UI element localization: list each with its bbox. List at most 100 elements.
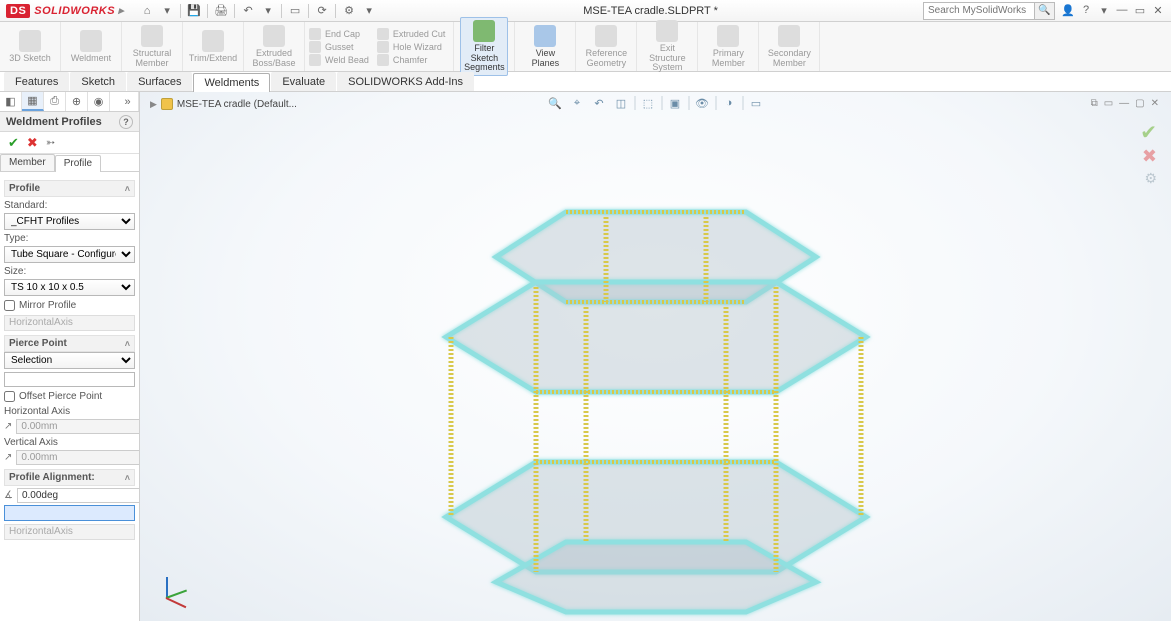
dropdown-icon[interactable]: ▾ bbox=[360, 2, 378, 20]
ok-button[interactable]: ✔ bbox=[8, 135, 19, 151]
offset-pierce-label: Offset Pierce Point bbox=[19, 391, 102, 402]
app-brand: SOLIDWORKS bbox=[34, 5, 115, 17]
standard-label: Standard: bbox=[4, 200, 135, 211]
alignment-selection-input[interactable] bbox=[4, 505, 135, 521]
redo-icon[interactable]: ▾ bbox=[259, 2, 277, 20]
zoom-fit-icon[interactable]: 🔍 bbox=[546, 94, 564, 112]
model-render bbox=[396, 142, 916, 621]
pierce-selection-input[interactable] bbox=[4, 372, 135, 387]
vp-maximize-icon[interactable]: ▢ bbox=[1135, 98, 1144, 109]
user-icon[interactable]: 👤 bbox=[1061, 4, 1075, 17]
section-view-icon[interactable]: ◫ bbox=[612, 94, 630, 112]
horizontal-axis-label: Horizontal Axis bbox=[4, 406, 135, 417]
tab-surfaces[interactable]: Surfaces bbox=[127, 72, 192, 91]
vp-dock-icon[interactable]: ⧉ bbox=[1091, 98, 1098, 109]
vp-close-icon[interactable]: ✕ bbox=[1151, 98, 1159, 109]
pushpin-icon[interactable]: ➳ bbox=[46, 136, 55, 149]
section-profile-alignment[interactable]: Profile Alignment:˄ bbox=[4, 469, 135, 486]
confirm-cancel-icon[interactable]: ✖ bbox=[1142, 146, 1157, 167]
rebuild-icon[interactable]: ⟳ bbox=[313, 2, 331, 20]
cmd-view-planes[interactable]: View Planes bbox=[521, 25, 569, 69]
display-manager-tab-icon[interactable]: ◉ bbox=[88, 92, 110, 111]
prev-view-icon[interactable]: ↶ bbox=[590, 94, 608, 112]
cmd-trim-extend[interactable]: Trim/Extend bbox=[189, 30, 237, 64]
section-pierce-point[interactable]: Pierce Point˄ bbox=[4, 335, 135, 352]
appearance-icon[interactable]: ◑ bbox=[720, 94, 738, 112]
type-select[interactable]: Tube Square - Configured bbox=[4, 246, 135, 263]
command-ribbon: 3D Sketch Weldment Structural Member Tri… bbox=[0, 22, 1171, 72]
angle-icon: ∡ bbox=[4, 490, 13, 502]
vp-minimize-icon[interactable]: — bbox=[1119, 98, 1129, 109]
cmd-structural-member[interactable]: Structural Member bbox=[128, 25, 176, 69]
offset-pierce-checkbox[interactable] bbox=[4, 391, 15, 402]
cmd-hole-wizard[interactable]: Hole Wizard bbox=[377, 41, 446, 53]
mirror-profile-checkbox[interactable] bbox=[4, 300, 15, 311]
cmd-primary-member[interactable]: Primary Member bbox=[704, 25, 752, 69]
options-icon[interactable]: ⚙ bbox=[340, 2, 358, 20]
cmd-end-cap[interactable]: End Cap bbox=[309, 28, 369, 40]
scene-icon[interactable]: ▭ bbox=[747, 94, 765, 112]
vertical-axis-input[interactable] bbox=[16, 450, 139, 465]
horizontal-axis-input[interactable] bbox=[16, 419, 139, 434]
graphics-viewport[interactable]: ▶ MSE-TEA cradle (Default... 🔍 ⌖ ↶ ◫ ⬚ ▣… bbox=[140, 92, 1171, 621]
standard-select[interactable]: _CFHT Profiles bbox=[4, 213, 135, 230]
dimxpert-tab-icon[interactable]: ⊕ bbox=[66, 92, 88, 111]
tab-addins[interactable]: SOLIDWORKS Add-Ins bbox=[337, 72, 474, 91]
section-profile[interactable]: Profile˄ bbox=[4, 180, 135, 197]
open-icon[interactable]: ▾ bbox=[158, 2, 176, 20]
search-button[interactable]: 🔍 bbox=[1034, 3, 1054, 19]
select-icon[interactable]: ▭ bbox=[286, 2, 304, 20]
search-input[interactable] bbox=[924, 5, 1034, 16]
cmd-gusset[interactable]: Gusset bbox=[309, 41, 369, 53]
search-box[interactable]: 🔍 bbox=[923, 2, 1055, 20]
undo-icon[interactable]: ↶ bbox=[239, 2, 257, 20]
cmd-secondary-member[interactable]: Secondary Member bbox=[765, 25, 813, 69]
confirm-check-icon[interactable]: ✔ bbox=[1140, 120, 1157, 145]
pierce-selection-select[interactable]: Selection bbox=[4, 352, 135, 369]
tab-weldments[interactable]: Weldments bbox=[193, 73, 270, 92]
display-style-icon[interactable]: ▣ bbox=[666, 94, 684, 112]
view-orientation-icon[interactable]: ⬚ bbox=[639, 94, 657, 112]
zoom-area-icon[interactable]: ⌖ bbox=[568, 94, 586, 112]
cmd-chamfer[interactable]: Chamfer bbox=[377, 54, 446, 66]
configuration-manager-tab-icon[interactable]: ⎙ bbox=[44, 92, 66, 111]
breadcrumb: ▶ MSE-TEA cradle (Default... bbox=[150, 98, 297, 110]
print-icon[interactable]: 🖨 bbox=[212, 2, 230, 20]
cancel-button[interactable]: ✖ bbox=[27, 135, 38, 151]
vp-restore-icon[interactable]: ▭ bbox=[1104, 98, 1113, 109]
hide-show-icon[interactable]: 👁 bbox=[693, 94, 711, 112]
alignment-angle-input[interactable] bbox=[17, 488, 139, 503]
pm-help-icon[interactable]: ? bbox=[119, 115, 133, 129]
cmd-filter-sketch-segments[interactable]: Filter Sketch Segments bbox=[460, 17, 508, 77]
breadcrumb-arrow-icon[interactable]: ▶ bbox=[150, 99, 157, 110]
size-select[interactable]: TS 10 x 10 x 0.5 bbox=[4, 279, 135, 296]
subtab-profile[interactable]: Profile bbox=[55, 155, 101, 172]
help-icon[interactable]: ? bbox=[1079, 4, 1093, 17]
tab-features[interactable]: Features bbox=[4, 72, 69, 91]
feature-manager-tab-icon[interactable]: ◧ bbox=[0, 92, 22, 111]
property-manager-tab-icon[interactable]: ▦ bbox=[22, 92, 44, 111]
close-button[interactable]: ✕ bbox=[1151, 4, 1165, 17]
save-icon[interactable]: 💾 bbox=[185, 2, 203, 20]
cmd-extruded-boss[interactable]: Extruded Boss/Base bbox=[250, 25, 298, 69]
cmd-extruded-cut[interactable]: Extruded Cut bbox=[377, 28, 446, 40]
cmd-weldment[interactable]: Weldment bbox=[67, 30, 115, 64]
tab-sketch[interactable]: Sketch bbox=[70, 72, 126, 91]
minimize-button[interactable]: — bbox=[1115, 4, 1129, 17]
confirm-options-icon[interactable]: ⚙ bbox=[1144, 170, 1157, 187]
part-icon bbox=[161, 98, 173, 110]
cmd-3d-sketch[interactable]: 3D Sketch bbox=[6, 30, 54, 64]
panel-expand-icon[interactable]: » bbox=[117, 92, 139, 111]
cmd-reference-geometry[interactable]: Reference Geometry bbox=[582, 25, 630, 69]
mirror-profile-label: Mirror Profile bbox=[19, 300, 76, 311]
tab-evaluate[interactable]: Evaluate bbox=[271, 72, 336, 91]
cmd-weld-bead[interactable]: Weld Bead bbox=[309, 54, 369, 66]
breadcrumb-part-name[interactable]: MSE-TEA cradle (Default... bbox=[177, 99, 297, 110]
cmd-exit-structure-system[interactable]: Exit Structure System bbox=[643, 20, 691, 74]
restore-button[interactable]: ▭ bbox=[1133, 4, 1147, 17]
home-icon[interactable]: ⌂ bbox=[138, 2, 156, 20]
pm-title-bar: Weldment Profiles ? bbox=[0, 112, 139, 132]
alignment-axis-field: HorizontalAxis bbox=[4, 524, 135, 540]
orientation-triad[interactable] bbox=[158, 567, 198, 607]
subtab-member[interactable]: Member bbox=[0, 154, 55, 171]
